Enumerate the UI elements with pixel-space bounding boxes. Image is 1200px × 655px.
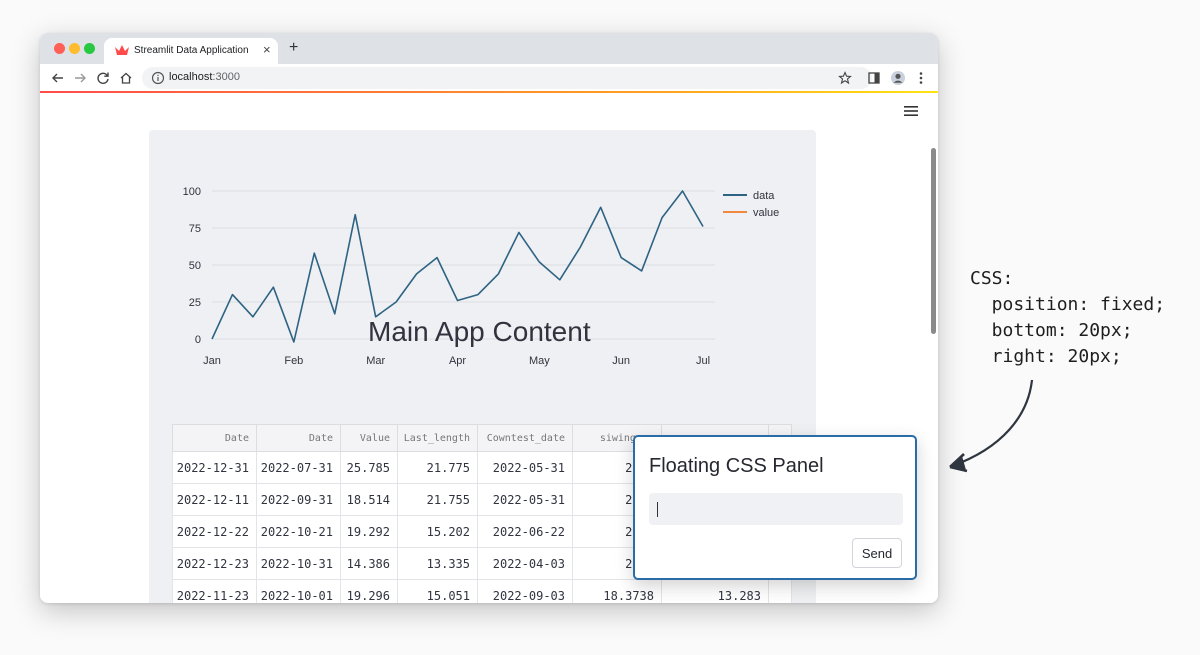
browser-toolbar: localhost:3000 <box>40 64 938 92</box>
panel-text-input[interactable] <box>649 493 903 525</box>
table-cell[interactable]: 2022-12-11 <box>172 483 257 516</box>
table-cell[interactable]: 13.283 <box>661 579 769 603</box>
table-cell[interactable]: 19.296 <box>340 579 398 603</box>
table-cell[interactable]: 25.785 <box>340 451 398 484</box>
legend-label-data: data <box>753 190 775 202</box>
table-cell[interactable]: 21.775 <box>397 451 478 484</box>
x-tick-label: Jul <box>696 355 710 367</box>
text-caret <box>657 502 658 517</box>
close-icon[interactable]: × <box>263 42 271 58</box>
css-annotation: CSS: position: fixed; bottom: 20px; righ… <box>970 266 1165 370</box>
y-tick-label: 0 <box>195 334 201 346</box>
y-tick-label: 50 <box>189 260 201 272</box>
table-cell[interactable]: 2022-11-23 <box>172 579 257 603</box>
curved-arrow-icon <box>949 379 1034 473</box>
panel-title: Floating CSS Panel <box>649 455 824 477</box>
column-header[interactable]: Last_length <box>397 424 478 452</box>
table-cell[interactable]: 2022-09-03 <box>477 579 573 603</box>
info-icon[interactable] <box>151 71 165 85</box>
x-tick-label: May <box>529 355 550 367</box>
table-cell[interactable]: 2022-05-31 <box>477 483 573 516</box>
url-text: localhost:3000 <box>169 71 240 83</box>
y-tick-label: 75 <box>189 223 201 235</box>
annotation-line: position: fixed; <box>970 294 1166 315</box>
tab-title: Streamlit Data Application <box>134 45 249 56</box>
back-arrow-icon[interactable] <box>50 70 66 86</box>
table-cell[interactable]: 15.051 <box>397 579 478 603</box>
table-cell[interactable]: 2022-07-31 <box>256 451 341 484</box>
table-cell[interactable]: 15.202 <box>397 515 478 548</box>
legend-label-value: value <box>753 207 779 219</box>
home-icon[interactable] <box>118 70 134 86</box>
table-cell[interactable]: 2022-10-01 <box>256 579 341 603</box>
main-content-label: Main App Content <box>368 316 591 347</box>
table-row: 2022-11-23 2022-10-01 19.296 15.051 2022-09-… <box>172 579 792 603</box>
table-cell[interactable]: 2022-12-23 <box>172 547 257 580</box>
tab-bar: Streamlit Data Application × + <box>40 33 938 64</box>
window-minimize-dot[interactable] <box>69 43 80 54</box>
hamburger-menu-icon[interactable] <box>904 105 918 117</box>
table-cell[interactable]: 19.292 <box>340 515 398 548</box>
table-cell[interactable]: 13.335 <box>397 547 478 580</box>
table-cell[interactable]: 14.386 <box>340 547 398 580</box>
table-cell[interactable]: 2022-10-31 <box>256 547 341 580</box>
table-cell[interactable]: 2022-06-22 <box>477 515 573 548</box>
reload-icon[interactable] <box>95 70 111 86</box>
plus-icon[interactable]: + <box>289 39 298 57</box>
table-cell[interactable]: 18.3738 <box>572 579 662 603</box>
column-header[interactable]: Date <box>256 424 341 452</box>
table-cell[interactable]: 2022-12-22 <box>172 515 257 548</box>
window-zoom-dot[interactable] <box>84 43 95 54</box>
y-tick-label: 100 <box>183 186 201 198</box>
profile-avatar-icon[interactable] <box>890 70 906 86</box>
annotation-line: bottom: 20px; <box>970 320 1133 341</box>
x-tick-label: Apr <box>449 355 466 367</box>
table-cell[interactable]: 2022-09-31 <box>256 483 341 516</box>
x-tick-label: Jan <box>203 355 221 367</box>
side-panel-icon[interactable] <box>866 70 882 86</box>
table-cell[interactable]: 18.514 <box>340 483 398 516</box>
kebab-menu-icon[interactable] <box>913 70 929 86</box>
star-icon[interactable] <box>837 70 853 86</box>
floating-css-panel: Floating CSS Panel Send <box>633 435 917 580</box>
scrollbar-thumb[interactable] <box>931 148 936 334</box>
table-cell[interactable]: 2022-05-31 <box>477 451 573 484</box>
column-header[interactable]: Date <box>172 424 257 452</box>
column-header[interactable]: Value <box>340 424 398 452</box>
annotation-line: right: 20px; <box>970 346 1122 367</box>
streamlit-crown-icon <box>115 45 129 55</box>
address-bar[interactable]: localhost:3000 <box>142 67 872 89</box>
table-cell[interactable]: 2022-12-31 <box>172 451 257 484</box>
column-header[interactable]: Cowntest_date <box>477 424 573 452</box>
annotation-line: CSS: <box>970 268 1014 289</box>
window-close-dot[interactable] <box>54 43 65 54</box>
x-tick-label: Jun <box>612 355 630 367</box>
table-cell[interactable]: 2022-10-21 <box>256 515 341 548</box>
y-tick-label: 25 <box>189 297 201 309</box>
x-tick-label: Mar <box>366 355 385 367</box>
table-cell[interactable] <box>768 579 792 603</box>
table-cell[interactable]: 2022-04-03 <box>477 547 573 580</box>
browser-tab[interactable]: Streamlit Data Application × <box>104 38 278 64</box>
table-cell[interactable]: 21.755 <box>397 483 478 516</box>
send-button[interactable]: Send <box>852 538 902 568</box>
x-tick-label: Feb <box>284 355 303 367</box>
forward-arrow-icon[interactable] <box>72 70 88 86</box>
